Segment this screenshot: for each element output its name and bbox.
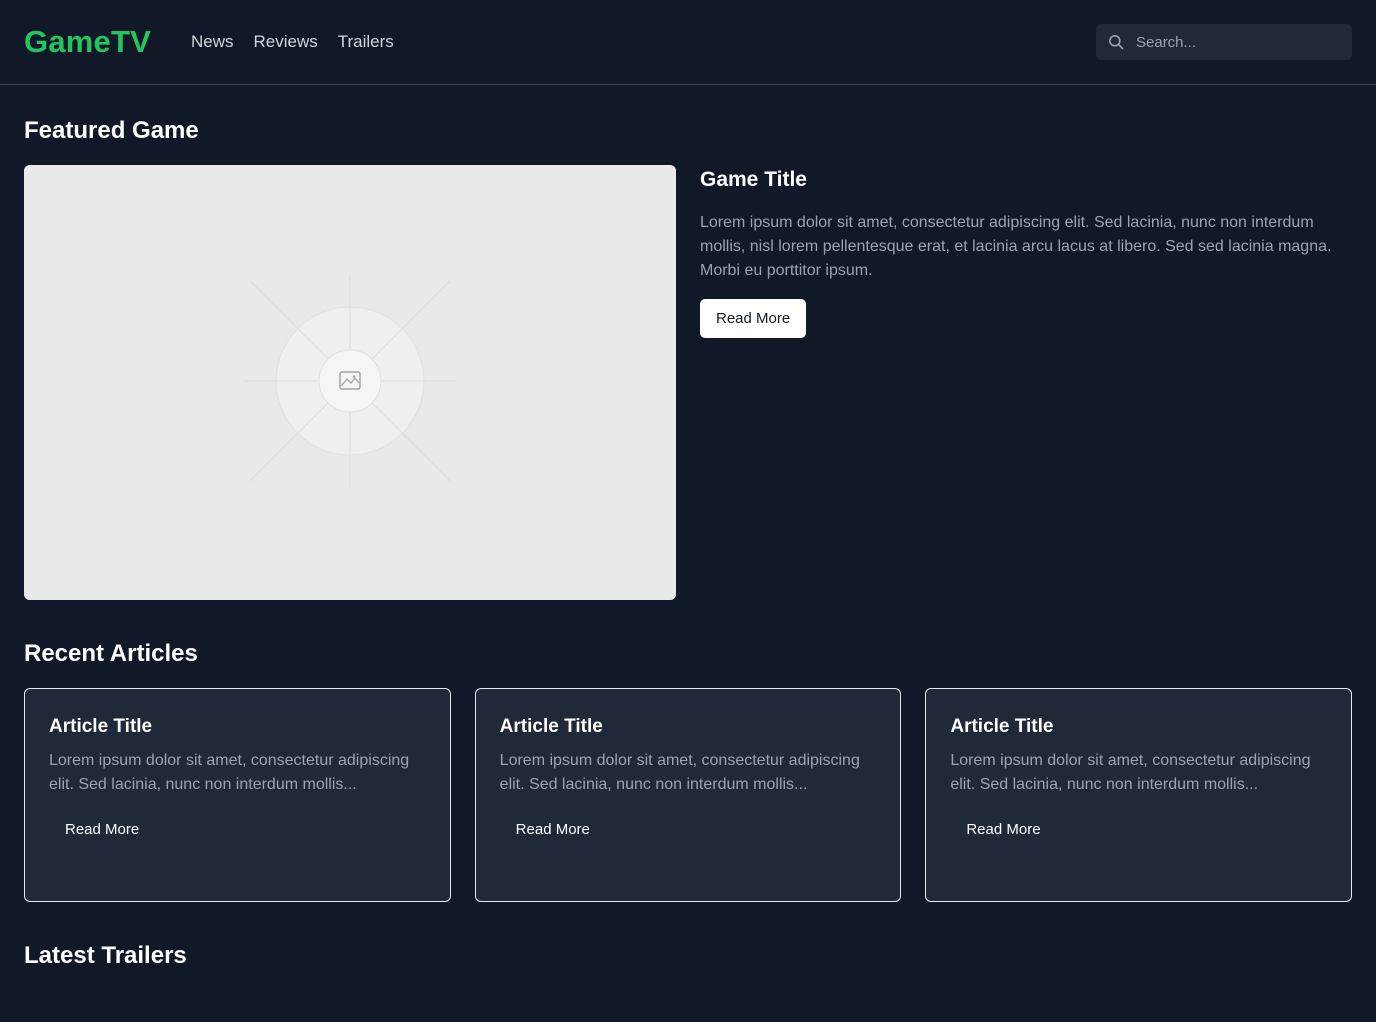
article-card: Article Title Lorem ipsum dolor sit amet… [925, 688, 1353, 902]
article-read-more-button[interactable]: Read More [65, 821, 139, 838]
article-excerpt: Lorem ipsum dolor sit amet, consectetur … [49, 752, 410, 793]
featured-game-title: Game Title [700, 168, 807, 191]
nav-link-trailers[interactable]: Trailers [338, 32, 394, 52]
main-nav: News Reviews Trailers [191, 32, 394, 52]
latest-trailers-title: Latest Trailers [24, 942, 187, 969]
article-excerpt: Lorem ipsum dolor sit amet, consectetur … [950, 752, 1311, 793]
article-card: Article Title Lorem ipsum dolor sit amet… [24, 688, 451, 902]
article-read-more-button[interactable]: Read More [516, 821, 590, 838]
article-title: Article Title [499, 716, 603, 737]
recent-articles-title: Recent Articles [24, 640, 198, 667]
article-title: Article Title [49, 716, 153, 737]
article-excerpt: Lorem ipsum dolor sit amet, consectetur … [499, 752, 860, 793]
nav-link-reviews[interactable]: Reviews [254, 32, 318, 52]
featured-section-title: Featured Game [24, 117, 199, 144]
site-logo[interactable]: GameTV [24, 24, 151, 60]
featured-game-info: Game Title Lorem ipsum dolor sit amet, c… [700, 165, 1350, 338]
featured-read-more-button[interactable]: Read More [700, 299, 807, 338]
article-cards: Article Title Lorem ipsum dolor sit amet… [24, 688, 1353, 902]
featured-game-image[interactable] [24, 165, 676, 600]
nav-link-news[interactable]: News [191, 32, 234, 52]
featured-game-description: Lorem ipsum dolor sit amet, consectetur … [700, 214, 1332, 279]
search-input[interactable] [1136, 33, 1336, 51]
article-card: Article Title Lorem ipsum dolor sit amet… [474, 688, 902, 902]
search-icon [1108, 34, 1124, 50]
top-navigation-bar: GameTV News Reviews Trailers [0, 0, 1376, 85]
article-read-more-button[interactable]: Read More [966, 821, 1040, 838]
article-title: Article Title [950, 716, 1054, 737]
search-box[interactable] [1096, 24, 1352, 60]
